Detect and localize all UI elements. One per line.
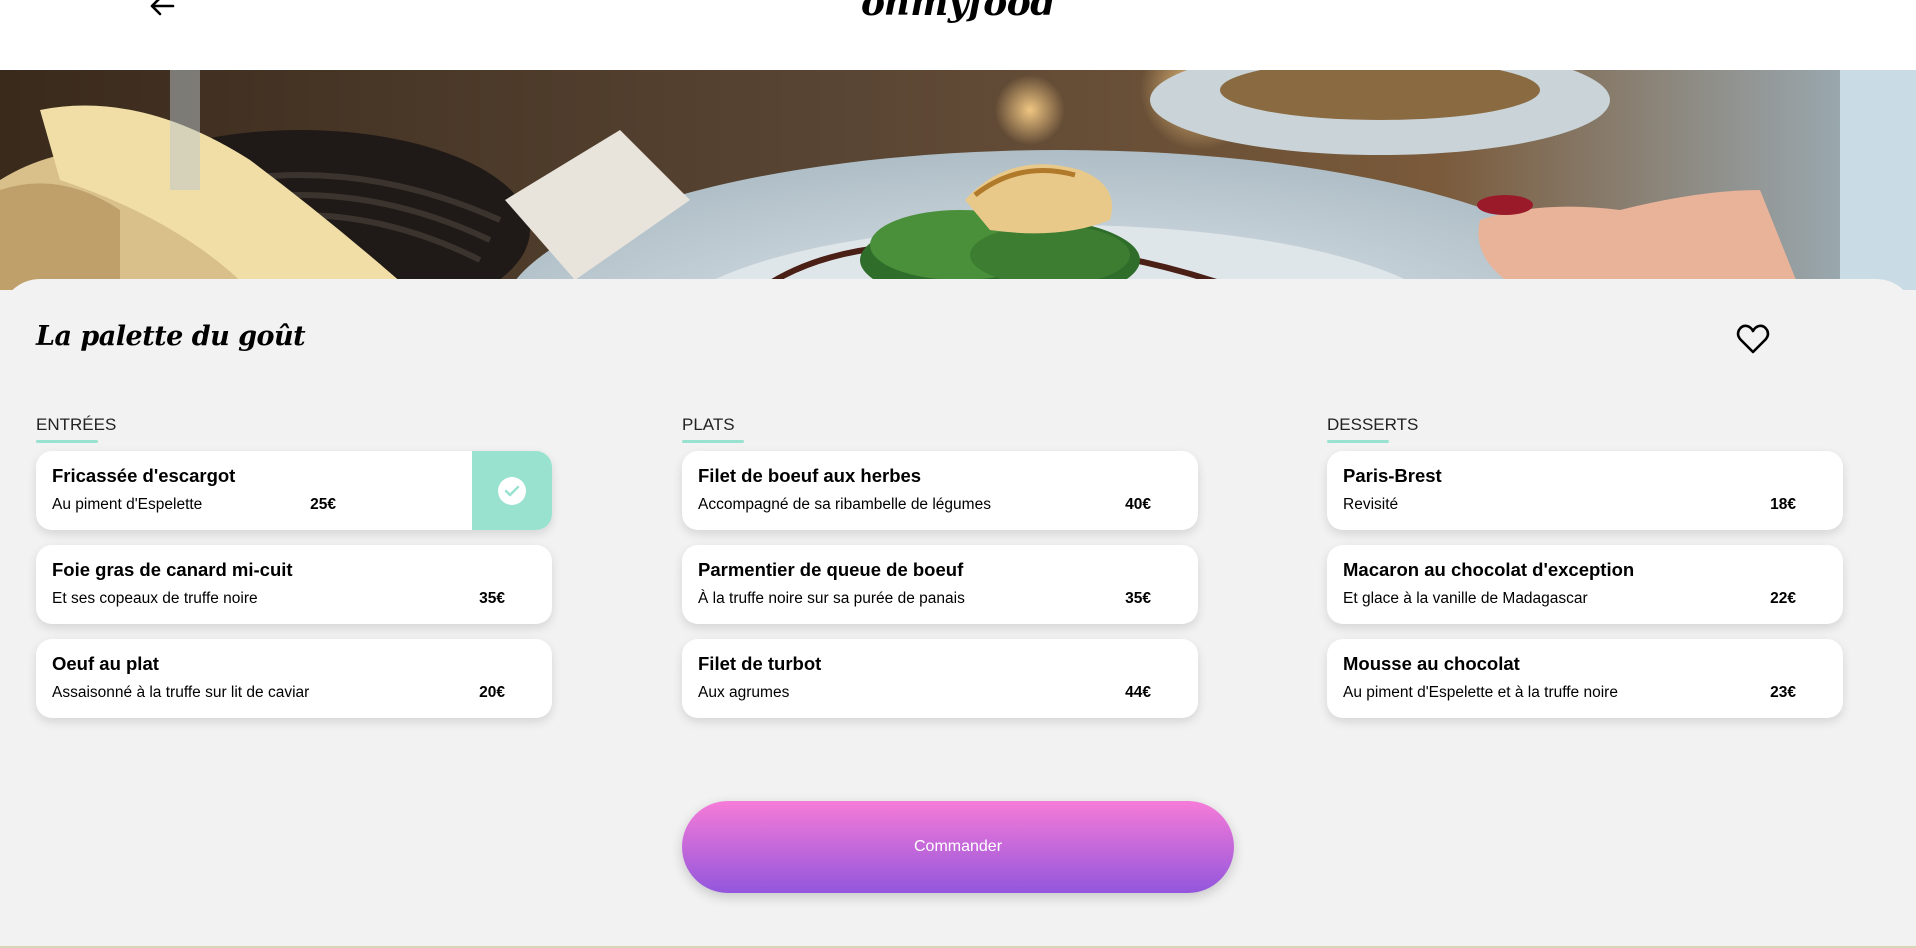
dish-price: 23€ bbox=[1770, 684, 1796, 701]
heart-outline-icon bbox=[1736, 324, 1770, 354]
check-icon bbox=[498, 476, 526, 505]
dish-name: Parmentier de queue de boeuf bbox=[698, 559, 964, 580]
restaurant-card: La palette du goût ENTRÉES Fricassée d'e… bbox=[0, 279, 1916, 948]
dish-card[interactable]: Fricassée d'escargot Au piment d'Espelet… bbox=[36, 451, 552, 530]
dish-price: 40€ bbox=[1125, 496, 1151, 513]
dish-description: Accompagné de sa ribambelle de légumes bbox=[698, 496, 991, 513]
dish-card[interactable]: Filet de turbot Aux agrumes 44€ bbox=[682, 639, 1198, 718]
dish-name: Mousse au chocolat bbox=[1343, 653, 1520, 674]
order-button[interactable]: Commander bbox=[682, 801, 1234, 893]
dish-description: Et glace à la vanille de Madagascar bbox=[1343, 590, 1588, 607]
dish-card[interactable]: Foie gras de canard mi-cuit Et ses copea… bbox=[36, 545, 552, 624]
dish-name: Fricassée d'escargot bbox=[52, 465, 236, 486]
dish-description: Au piment d'Espelette bbox=[52, 496, 203, 513]
section-title: ENTRÉES bbox=[36, 415, 117, 434]
dish-description: Au piment d'Espelette et à la truffe noi… bbox=[1343, 684, 1618, 701]
dish-name: Filet de boeuf aux herbes bbox=[698, 465, 922, 486]
dish-card[interactable]: Macaron au chocolat d'exception Et glace… bbox=[1327, 545, 1843, 624]
dish-price: 20€ bbox=[479, 684, 505, 701]
dish-card[interactable]: Mousse au chocolat Au piment d'Espelette… bbox=[1327, 639, 1843, 718]
dish-card[interactable]: Parmentier de queue de boeuf À la truffe… bbox=[682, 545, 1198, 624]
favorite-button[interactable] bbox=[1736, 323, 1770, 355]
dish-description: Assaisonné à la truffe sur lit de caviar bbox=[52, 684, 310, 701]
section-underline bbox=[36, 440, 98, 443]
hero-image bbox=[0, 70, 1916, 290]
dish-name: Foie gras de canard mi-cuit bbox=[52, 559, 293, 580]
selected-indicator bbox=[472, 451, 552, 530]
dish-price: 25€ bbox=[310, 496, 336, 513]
dish-description: Et ses copeaux de truffe noire bbox=[52, 590, 258, 607]
dish-name: Oeuf au plat bbox=[52, 653, 159, 674]
dish-description: Revisité bbox=[1343, 496, 1399, 513]
dish-price: 35€ bbox=[479, 590, 505, 607]
logo[interactable]: ohmyfood bbox=[0, 0, 1916, 24]
dish-name: Macaron au chocolat d'exception bbox=[1343, 559, 1635, 580]
dish-description: À la truffe noire sur sa purée de panais bbox=[698, 590, 965, 607]
menu-section-desserts: DESSERTS Paris-Brest Revisité 18€ Macaro… bbox=[1327, 414, 1843, 733]
dish-card[interactable]: Filet de boeuf aux herbes Accompagné de … bbox=[682, 451, 1198, 530]
restaurant-name: La palette du goût bbox=[36, 321, 306, 352]
section-underline bbox=[1327, 440, 1389, 443]
dish-price: 22€ bbox=[1770, 590, 1796, 607]
menu-section-entrees: ENTRÉES Fricassée d'escargot Au piment d… bbox=[36, 414, 552, 733]
menu-section-plats: PLATS Filet de boeuf aux herbes Accompag… bbox=[682, 414, 1198, 733]
section-underline bbox=[682, 440, 744, 443]
dish-price: 18€ bbox=[1770, 496, 1796, 513]
dish-price: 35€ bbox=[1125, 590, 1151, 607]
dish-price: 44€ bbox=[1125, 684, 1151, 701]
section-title: DESSERTS bbox=[1327, 415, 1419, 434]
section-title: PLATS bbox=[682, 415, 735, 434]
dish-card[interactable]: Paris-Brest Revisité 18€ bbox=[1327, 451, 1843, 530]
dish-description: Aux agrumes bbox=[698, 684, 790, 701]
dish-name: Paris-Brest bbox=[1343, 465, 1442, 486]
dish-card[interactable]: Oeuf au plat Assaisonné à la truffe sur … bbox=[36, 639, 552, 718]
top-header: ohmyfood bbox=[0, 0, 1916, 70]
dish-name: Filet de turbot bbox=[698, 653, 822, 674]
